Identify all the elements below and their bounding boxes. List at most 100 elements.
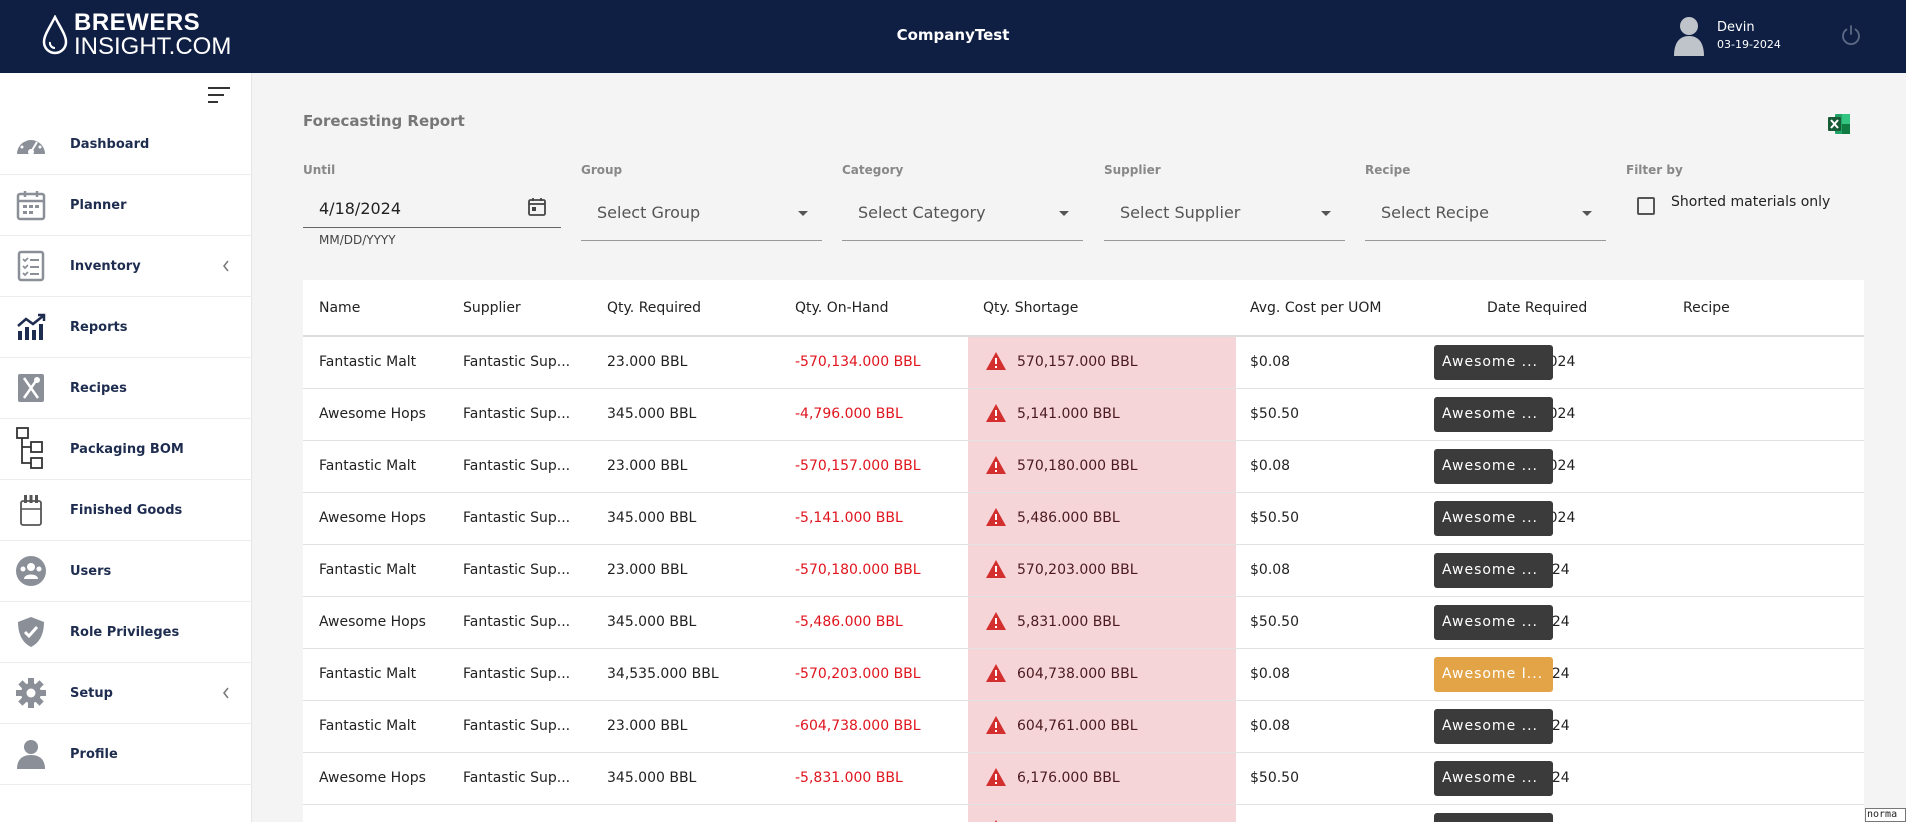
company-name: CompanyTest [896, 26, 1010, 44]
column-header-date-required[interactable]: Date Required [1487, 300, 1587, 316]
sidebar-item-inventory[interactable]: Inventory [0, 236, 252, 297]
table-row[interactable]: Fantastic Malt Fantastic Sup... 23.000 BBL… [303, 441, 1864, 493]
recipe-button[interactable]: Awesome ... [1434, 605, 1553, 640]
sidebar-item-finished-goods[interactable]: Finished Goods [0, 480, 252, 541]
recipe-button[interactable]: Awesome ... [1434, 449, 1553, 484]
cell-qty-required: 23.000 BBL [607, 354, 688, 370]
sidebar-item-label: Recipes [70, 380, 127, 396]
category-select-placeholder: Select Category [858, 203, 986, 222]
recipe-label: Recipe [1365, 163, 1411, 177]
recipe-button[interactable]: Awesome ... [1434, 709, 1553, 744]
top-bar: BREWERS INSIGHT.COM CompanyTest Devin 03… [0, 0, 1906, 73]
cell-name: Awesome Hops [319, 614, 426, 630]
sidebar-item-profile[interactable]: Profile [0, 724, 252, 785]
table-row[interactable]: Awesome Hops Fantastic Sup... 345.000 BBL -… [303, 597, 1864, 649]
table-row[interactable]: Fantastic Malt Fantastic Sup... 23.000 BBL… [303, 701, 1864, 753]
brewers-insight-logo[interactable]: BREWERS INSIGHT.COM [42, 11, 231, 59]
table-row[interactable]: Fantastic Malt Fantastic Sup... 23.000 BBL… [303, 337, 1864, 389]
sidebar: Dashboard Planner Inventory Reports Reci… [0, 73, 252, 822]
table-row[interactable] [303, 805, 1864, 822]
menu-toggle-icon[interactable] [208, 87, 232, 105]
recipe-button[interactable]: Awesome I... [1434, 657, 1553, 692]
excel-export-icon[interactable] [1827, 113, 1851, 135]
sidebar-item-label: Profile [70, 746, 118, 762]
cell-supplier: Fantastic Sup... [463, 354, 571, 370]
recipe-select[interactable]: Select Recipe [1365, 185, 1606, 241]
cell-supplier: Fantastic Sup... [463, 510, 571, 526]
cell-qty-onhand: -4,796.000 BBL [795, 406, 903, 422]
recipe-button[interactable]: Awesome ... [1434, 397, 1553, 432]
sidebar-item-label: Inventory [70, 258, 141, 274]
sidebar-item-label: Role Privileges [70, 624, 180, 640]
shorted-only-checkbox[interactable] [1637, 197, 1655, 215]
recipe-select-placeholder: Select Recipe [1381, 203, 1489, 222]
recipe-button[interactable]: Awesome ... [1434, 553, 1553, 588]
user-menu[interactable]: Devin 03-19-2024 [1672, 14, 1781, 56]
column-header-name[interactable]: Name [319, 300, 360, 316]
column-header-supplier[interactable]: Supplier [463, 300, 521, 316]
category-label: Category [842, 163, 904, 177]
table-header: Name Supplier Qty. Required Qty. On-Hand… [303, 280, 1864, 337]
cell-avg-cost: $50.50 [1250, 406, 1299, 422]
sidebar-item-reports[interactable]: Reports [0, 297, 252, 358]
recipe-button[interactable]: Awesome ... [1434, 501, 1553, 536]
recipe-button[interactable]: Awesome ... [1434, 761, 1553, 796]
recipe-button[interactable]: Awesome ... [1434, 345, 1553, 380]
until-date-input[interactable]: 4/18/2024 [303, 185, 561, 228]
sidebar-item-label: Users [70, 563, 112, 579]
column-header-qty-onhand[interactable]: Qty. On-Hand [795, 300, 889, 316]
table-row[interactable]: Awesome Hops Fantastic Sup... 345.000 BBL -… [303, 389, 1864, 441]
sidebar-item-dashboard[interactable]: Dashboard [0, 114, 252, 175]
shorted-only-label: Shorted materials only [1671, 194, 1831, 210]
column-header-qty-shortage[interactable]: Qty. Shortage [983, 300, 1078, 316]
caret-down-icon [1059, 211, 1069, 216]
warning-icon [986, 456, 1006, 474]
chevron-left-icon [223, 260, 229, 272]
calendar-icon[interactable] [527, 197, 547, 217]
sidebar-item-label: Packaging BOM [70, 441, 184, 457]
supplier-select[interactable]: Select Supplier [1104, 185, 1345, 241]
page-title: Forecasting Report [303, 112, 465, 130]
warning-icon [986, 768, 1006, 786]
table-row[interactable]: Fantastic Malt Fantastic Sup... 34,535.000… [303, 649, 1864, 701]
cell-qty-shortage: 570,203.000 BBL [1017, 562, 1138, 578]
sidebar-item-setup[interactable]: Setup [0, 663, 252, 724]
cell-name: Fantastic Malt [319, 718, 417, 734]
column-header-avg-cost[interactable]: Avg. Cost per UOM [1250, 300, 1381, 316]
sidebar-item-recipes[interactable]: Recipes [0, 358, 252, 419]
power-icon[interactable] [1840, 24, 1862, 46]
group-select[interactable]: Select Group [581, 185, 822, 241]
category-select[interactable]: Select Category [842, 185, 1083, 241]
warning-icon [986, 664, 1006, 682]
group-select-placeholder: Select Group [597, 203, 701, 222]
cell-qty-required: 345.000 BBL [607, 770, 697, 786]
sidebar-item-planner[interactable]: Planner [0, 175, 252, 236]
cell-qty-required: 23.000 BBL [607, 562, 688, 578]
cell-qty-onhand: -5,831.000 BBL [795, 770, 903, 786]
user-name: Devin [1717, 19, 1755, 35]
cell-name: Awesome Hops [319, 510, 426, 526]
sidebar-item-role-privileges[interactable]: Role Privileges [0, 602, 252, 663]
sidebar-item-users[interactable]: Users [0, 541, 252, 602]
column-header-recipe[interactable]: Recipe [1683, 300, 1730, 316]
sidebar-item-label: Reports [70, 319, 128, 335]
warning-icon [986, 352, 1006, 370]
filter-by-label: Filter by [1626, 163, 1683, 177]
cell-supplier: Fantastic Sup... [463, 718, 571, 734]
cell-qty-required: 23.000 BBL [607, 718, 688, 734]
sidebar-item-label: Dashboard [70, 136, 150, 152]
cell-qty-required: 23.000 BBL [607, 458, 688, 474]
table-row[interactable]: Awesome Hops Fantastic Sup... 345.000 BBL -… [303, 753, 1864, 805]
column-header-qty-required[interactable]: Qty. Required [607, 300, 701, 316]
table-row[interactable]: Awesome Hops Fantastic Sup... 345.000 BBL -… [303, 493, 1864, 545]
cell-qty-shortage: 570,180.000 BBL [1017, 458, 1138, 474]
supplier-select-placeholder: Select Supplier [1120, 203, 1241, 222]
table-row[interactable]: Fantastic Malt Fantastic Sup... 23.000 BBL… [303, 545, 1864, 597]
cell-avg-cost: $50.50 [1250, 614, 1299, 630]
cell-avg-cost: $50.50 [1250, 770, 1299, 786]
cell-name: Awesome Hops [319, 406, 426, 422]
caret-down-icon [1321, 211, 1331, 216]
sidebar-item-packaging-bom[interactable]: Packaging BOM [0, 419, 252, 480]
recipe-button[interactable] [1434, 813, 1553, 822]
cell-avg-cost: $0.08 [1250, 458, 1291, 474]
